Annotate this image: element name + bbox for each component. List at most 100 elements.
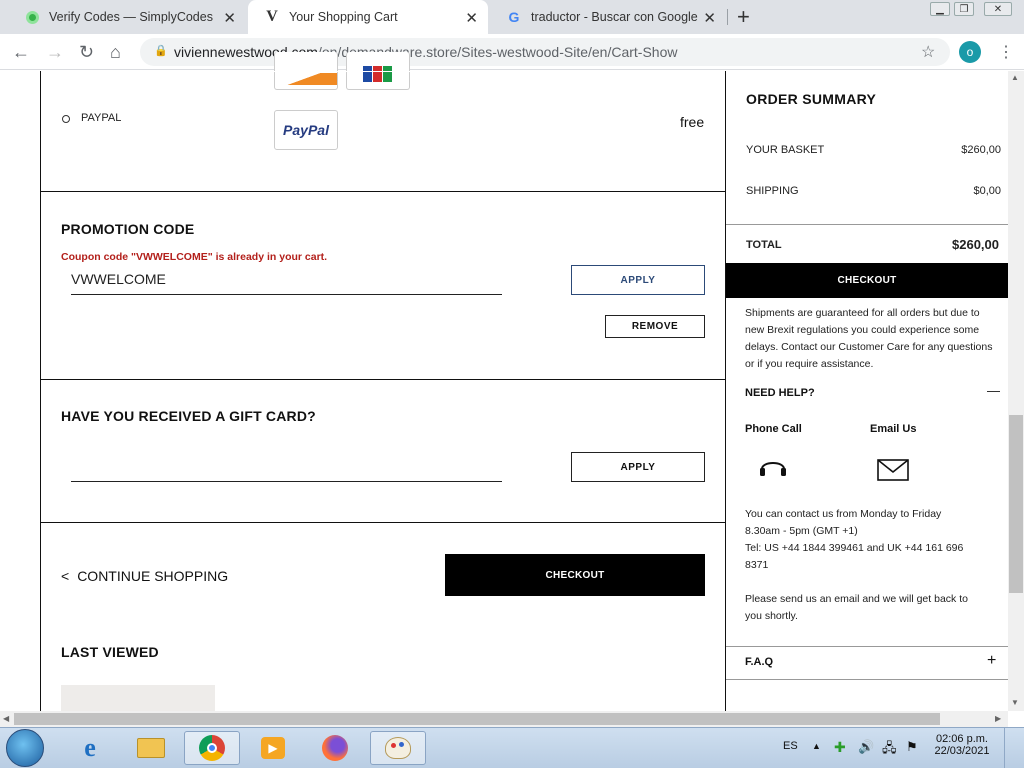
- hours-line-1: You can contact us from Monday to Friday: [745, 508, 942, 520]
- file-explorer-icon[interactable]: [123, 731, 179, 765]
- shipping-value: $0,00: [973, 185, 1001, 197]
- summary-divider: [726, 224, 1008, 225]
- tab-simplycodes[interactable]: Verify Codes — SimplyCodes ✕: [8, 0, 246, 34]
- tab-title: traductor - Buscar con Google: [531, 10, 698, 24]
- simplycodes-icon: [24, 9, 40, 25]
- continue-shopping-label: CONTINUE SHOPPING: [77, 568, 229, 584]
- column-divider: [725, 71, 726, 711]
- last-viewed-heading: LAST VIEWED: [61, 644, 159, 660]
- reload-icon[interactable]: ↻: [79, 42, 94, 63]
- promo-apply-button[interactable]: APPLY: [571, 265, 705, 295]
- language-indicator[interactable]: ES: [783, 740, 798, 752]
- shield-icon[interactable]: ✚: [834, 739, 846, 756]
- paint-icon[interactable]: [370, 731, 426, 765]
- tab-title: Verify Codes — SimplyCodes: [49, 10, 213, 24]
- close-window-icon[interactable]: ✕: [984, 2, 1012, 16]
- show-hidden-icons-icon[interactable]: ▲: [812, 741, 821, 751]
- envelope-icon[interactable]: [877, 459, 909, 481]
- promo-heading: PROMOTION CODE: [61, 221, 195, 237]
- section-divider: [40, 522, 726, 523]
- contact-hours: You can contact us from Monday to Friday…: [745, 506, 1005, 625]
- close-tab-icon[interactable]: ✕: [223, 9, 236, 27]
- vertical-scrollbar-thumb[interactable]: [1009, 415, 1023, 593]
- clock[interactable]: 02:06 p.m. 22/03/2021: [932, 733, 992, 757]
- media-player-icon[interactable]: ▶: [245, 731, 301, 765]
- email-note-line-2: you shortly.: [745, 610, 798, 622]
- home-icon[interactable]: ⌂: [110, 42, 121, 63]
- checkout-button-main[interactable]: CHECKOUT: [445, 554, 705, 596]
- tab-separator: [727, 9, 728, 25]
- horizontal-scrollbar-thumb[interactable]: [14, 713, 940, 725]
- promo-input-underline: [71, 294, 502, 295]
- tel-line-2: 8371: [745, 559, 769, 571]
- new-tab-icon[interactable]: +: [737, 4, 750, 30]
- show-desktop-button[interactable]: [1004, 728, 1024, 768]
- left-border: [40, 71, 41, 711]
- paypal-logo: PayPal: [274, 110, 338, 150]
- restore-icon[interactable]: ❐: [954, 2, 974, 16]
- last-viewed-product-image[interactable]: [61, 685, 215, 711]
- section-divider: [40, 191, 726, 192]
- faq-divider-bottom: [726, 679, 1008, 680]
- lock-icon[interactable]: 🔒: [154, 44, 168, 57]
- hours-line-2: 8.30am - 5pm (GMT +1): [745, 525, 858, 537]
- minimize-icon[interactable]: ▁: [930, 2, 950, 16]
- expand-icon[interactable]: +: [987, 652, 996, 670]
- url-text[interactable]: viviennewestwood.com/on/demandware.store…: [174, 44, 677, 60]
- chevron-left-icon: <: [61, 568, 70, 584]
- forward-icon[interactable]: →: [46, 42, 64, 63]
- shipping-label: SHIPPING: [746, 185, 799, 197]
- google-icon: G: [508, 9, 520, 25]
- checkout-button-summary[interactable]: CHECKOUT: [726, 263, 1008, 298]
- paypal-logo-text: PayPal: [283, 122, 329, 138]
- promo-error-message: Coupon code "VWWELCOME" is already in yo…: [61, 251, 328, 263]
- basket-value: $260,00: [961, 144, 1001, 156]
- action-center-flag-icon[interactable]: ⚑: [906, 739, 918, 755]
- tab-google[interactable]: G traductor - Buscar con Google ✕: [490, 0, 726, 34]
- total-label: TOTAL: [746, 239, 782, 251]
- firefox-icon[interactable]: [307, 731, 363, 765]
- vertical-scrollbar[interactable]: [1008, 71, 1024, 711]
- viewport-edge: [274, 71, 414, 72]
- email-note-line-1: Please send us an email and we will get …: [745, 593, 968, 605]
- email-us-label[interactable]: Email Us: [870, 423, 916, 435]
- scroll-left-icon[interactable]: ◀: [3, 714, 9, 723]
- clock-time: 02:06 p.m.: [936, 733, 988, 745]
- scroll-right-icon[interactable]: ▶: [995, 714, 1001, 723]
- paypal-price: free: [680, 114, 705, 130]
- faq-label[interactable]: F.A.Q: [745, 656, 773, 668]
- vivienne-westwood-icon: V: [266, 8, 278, 25]
- gift-card-heading: HAVE YOU RECEIVED A GIFT CARD?: [61, 408, 316, 424]
- internet-explorer-icon[interactable]: e: [62, 731, 118, 765]
- gift-card-input[interactable]: [71, 481, 502, 482]
- tel-line-1: Tel: US +44 1844 399461 and UK +44 161 6…: [745, 542, 964, 554]
- need-help-heading: NEED HELP?: [745, 387, 815, 399]
- close-tab-icon[interactable]: ✕: [703, 9, 716, 27]
- scroll-down-icon[interactable]: ▼: [1011, 698, 1019, 707]
- basket-label: YOUR BASKET: [746, 144, 825, 156]
- paypal-label: PAYPAL: [81, 112, 122, 124]
- back-icon[interactable]: ←: [12, 42, 30, 63]
- promo-code-input[interactable]: VWWELCOME: [71, 271, 166, 287]
- gift-apply-button[interactable]: APPLY: [571, 452, 705, 482]
- headset-icon[interactable]: [758, 455, 788, 481]
- close-tab-icon[interactable]: ✕: [465, 9, 478, 27]
- total-value: $260,00: [952, 237, 999, 252]
- bookmark-star-icon[interactable]: ☆: [921, 42, 935, 62]
- volume-icon[interactable]: 🔊: [858, 739, 874, 755]
- collapse-icon[interactable]: —: [987, 383, 1000, 398]
- chrome-icon[interactable]: [184, 731, 240, 765]
- tab-title: Your Shopping Cart: [289, 10, 398, 24]
- faq-divider-top: [726, 646, 1008, 647]
- phone-call-label[interactable]: Phone Call: [745, 423, 802, 435]
- paypal-radio[interactable]: [62, 115, 70, 123]
- promo-remove-button[interactable]: REMOVE: [605, 315, 705, 338]
- continue-shopping-link[interactable]: < CONTINUE SHOPPING: [61, 568, 228, 584]
- profile-avatar[interactable]: o: [959, 41, 981, 63]
- start-button[interactable]: [6, 729, 44, 767]
- more-menu-icon[interactable]: ⋮: [998, 42, 1014, 62]
- network-icon[interactable]: 🖧: [882, 739, 897, 761]
- scroll-up-icon[interactable]: ▲: [1011, 73, 1019, 82]
- tab-shopping-cart[interactable]: V Your Shopping Cart ✕: [248, 0, 488, 34]
- clock-date: 22/03/2021: [934, 745, 990, 757]
